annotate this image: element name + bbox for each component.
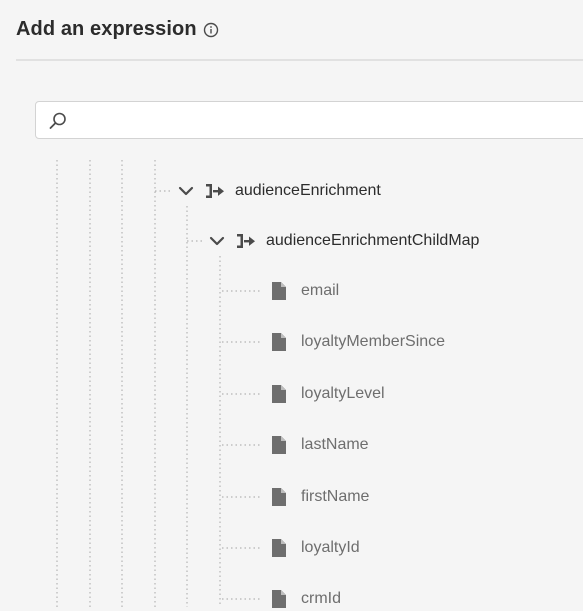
file-icon (272, 590, 286, 608)
panel-header: Add an expression (16, 18, 219, 41)
header-divider (16, 59, 583, 61)
object-map-icon (237, 234, 255, 248)
tree-leaf-crm-id[interactable]: crmId (271, 587, 341, 611)
tree-node-audience-enrichment-child-map[interactable]: audienceEnrichmentChildMap (208, 229, 479, 253)
leaf-label: email (301, 282, 340, 299)
tree-node-label: audienceEnrichment (235, 182, 381, 199)
leaf-label: loyaltyLevel (301, 385, 385, 402)
file-icon (272, 539, 286, 557)
leaf-label: loyaltyId (301, 539, 360, 556)
file-icon (272, 488, 286, 506)
tree-node-label: audienceEnrichmentChildMap (266, 232, 480, 249)
leaf-label: firstName (301, 488, 370, 505)
leaf-label: lastName (301, 436, 369, 453)
file-icon (272, 436, 286, 454)
tree-leaf-loyalty-level[interactable]: loyaltyLevel (271, 382, 385, 406)
file-icon (272, 282, 286, 300)
file-icon (272, 333, 286, 351)
page-title: Add an expression (16, 18, 197, 40)
search-icon (49, 112, 66, 129)
search-input[interactable] (76, 102, 560, 140)
tree-leaf-loyalty-member-since[interactable]: loyaltyMemberSince (271, 330, 445, 354)
search-field[interactable] (35, 101, 583, 140)
tree-leaf-first-name[interactable]: firstName (271, 485, 369, 509)
tree-node-audience-enrichment[interactable]: audienceEnrichment (177, 179, 381, 203)
object-map-icon (206, 184, 224, 198)
file-icon (272, 385, 286, 403)
chevron-down-icon[interactable] (208, 232, 226, 250)
chevron-down-icon[interactable] (177, 182, 195, 200)
leaf-label: crmId (301, 590, 341, 607)
leaf-label: loyaltyMemberSince (301, 333, 446, 350)
tree-leaf-last-name[interactable]: lastName (271, 433, 369, 457)
tree-guide-lines (56, 160, 262, 607)
info-icon[interactable] (203, 22, 219, 38)
tree-leaf-email[interactable]: email (271, 279, 339, 303)
tree-leaf-loyalty-id[interactable]: loyaltyId (271, 536, 360, 560)
